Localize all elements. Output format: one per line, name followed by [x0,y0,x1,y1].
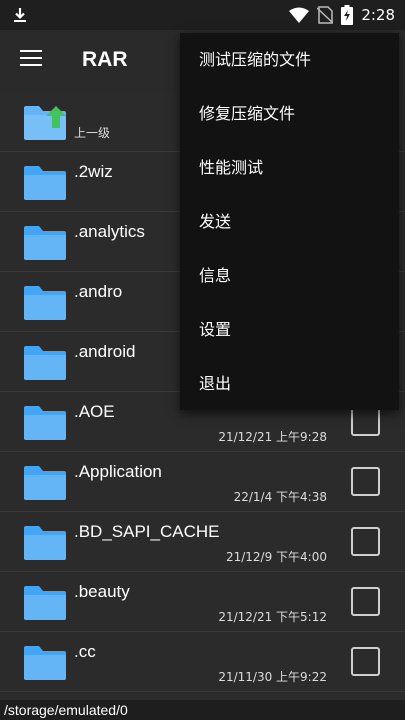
folder-name: .analytics [74,222,145,241]
status-bar: 2:28 [0,0,405,30]
no-sim-icon [317,6,334,24]
folder-icon [24,166,66,200]
current-path: /storage/emulated/0 [4,702,128,718]
parent-folder-label: 上一级 [74,126,111,140]
folder-icon [24,406,66,440]
download-icon [14,8,26,22]
folder-name: .BD_SAPI_CACHE [74,522,220,541]
folder-up-icon [24,106,66,140]
select-checkbox[interactable] [351,587,380,616]
menu-item-settings[interactable]: 设置 [180,303,399,357]
select-checkbox[interactable] [351,407,380,436]
folder-name: .android [74,342,136,361]
wifi-icon [289,7,310,23]
folder-name: .andro [74,282,123,301]
folder-icon [24,526,66,560]
folder-icon [24,586,66,620]
folder-date: 21/12/21 下午5:12 [218,610,327,624]
hamburger-menu-icon[interactable] [20,50,44,72]
battery-charging-icon [341,5,354,25]
menu-item-repair-archive[interactable]: 修复压缩文件 [180,87,399,141]
folder-name: .Application [74,462,162,481]
select-checkbox[interactable] [351,647,380,676]
list-item[interactable]: .beauty 21/12/21 下午5:12 [0,572,405,632]
folder-name: .beauty [74,582,130,601]
folder-icon [24,346,66,380]
overflow-menu: 测试压缩的文件 修复压缩文件 性能测试 发送 信息 设置 退出 [180,33,399,410]
app-title: RAR [82,48,128,71]
folder-name: .2wiz [74,162,113,181]
folder-name: .AOE [74,402,115,421]
status-time: 2:28 [361,6,395,24]
select-checkbox[interactable] [351,467,380,496]
folder-icon [24,286,66,320]
menu-item-exit[interactable]: 退出 [180,357,399,411]
folder-icon [24,646,66,680]
folder-date: 21/12/21 上午9:28 [218,430,327,444]
folder-date: 21/12/9 下午4:00 [225,550,327,564]
folder-date: 21/11/30 上午9:22 [218,670,327,684]
path-bar: /storage/emulated/0 [0,700,405,720]
select-checkbox[interactable] [351,527,380,556]
folder-icon [24,466,66,500]
menu-item-info[interactable]: 信息 [180,249,399,303]
list-item[interactable]: .Application 22/1/4 下午4:38 [0,452,405,512]
list-item[interactable]: .cc 21/11/30 上午9:22 [0,632,405,692]
menu-item-benchmark[interactable]: 性能测试 [180,141,399,195]
folder-date: 22/1/4 下午4:38 [233,490,327,504]
folder-name: .cc [74,642,96,661]
list-item[interactable]: .BD_SAPI_CACHE 21/12/9 下午4:00 [0,512,405,572]
folder-icon [24,226,66,260]
menu-item-send[interactable]: 发送 [180,195,399,249]
menu-item-test-archive[interactable]: 测试压缩的文件 [180,33,399,87]
